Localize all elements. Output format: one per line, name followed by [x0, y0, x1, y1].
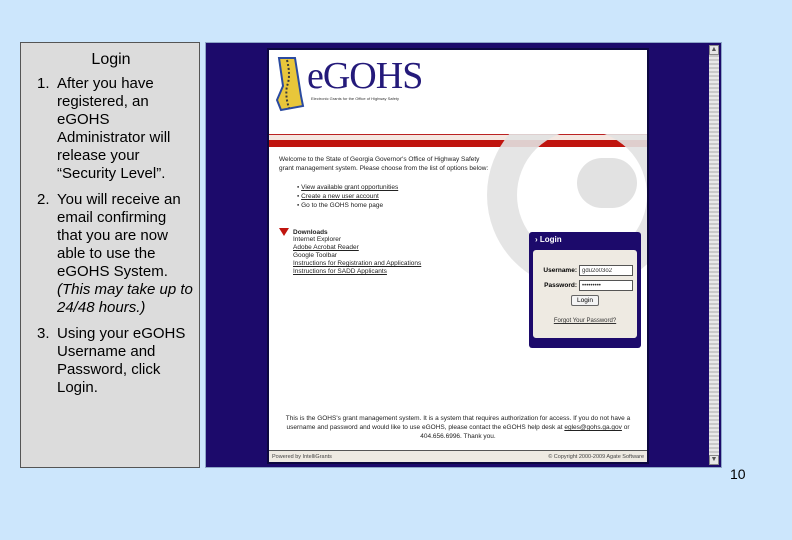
view-grants-link[interactable]: View available grant opportunities: [301, 184, 398, 191]
option-links: View available grant opportunities Creat…: [297, 183, 637, 210]
step-text: Using your eGOHS Username and Password, …: [57, 325, 186, 396]
footer-copyright: © Copyright 2000-2009 Agate Software: [548, 453, 644, 460]
username-label: Username:: [543, 267, 577, 274]
step-text: After you have registered, an eGOHS Admi…: [57, 75, 171, 182]
instruction-panel: Login 1. After you have registered, an e…: [20, 42, 200, 468]
helpdesk-email-link[interactable]: egles@gohs.ga.gov: [564, 424, 622, 431]
login-box: › Login Username: Password: Login Forgot…: [529, 232, 641, 348]
list-item: Create a new user account: [297, 192, 637, 201]
vertical-scrollbar[interactable]: ▲ ▼: [709, 45, 719, 465]
download-link[interactable]: Instructions for Registration and Applic…: [293, 260, 421, 267]
access-notice: This is the GOHS's grant management syst…: [269, 414, 647, 441]
forgot-password-link[interactable]: Forgot Your Password?: [533, 318, 637, 324]
logo-tagline: Electronic Grants for the Office of High…: [311, 96, 399, 101]
scroll-up-icon[interactable]: ▲: [709, 45, 719, 55]
logo-text: eGOHS: [307, 55, 423, 97]
page-footer: Powered by IntelliGrants © Copyright 200…: [269, 450, 647, 462]
site-logo[interactable]: eGOHS: [275, 55, 423, 112]
steps-list: 1. After you have registered, an eGOHS A…: [27, 75, 195, 397]
step-item: 2. You will receive an email confirming …: [27, 191, 195, 317]
gohs-home-link[interactable]: Go to the GOHS home page: [301, 202, 383, 209]
create-account-link[interactable]: Create a new user account: [301, 193, 379, 200]
slide-number: 10: [730, 466, 746, 482]
downloads-title: Downloads: [293, 228, 328, 236]
list-item: Go to the GOHS home page: [297, 201, 637, 210]
panel-title: Login: [91, 51, 131, 68]
login-title: Login: [539, 235, 562, 244]
step-text: You will receive an email confirming tha…: [57, 191, 181, 280]
step-number: 1.: [37, 75, 50, 92]
browser-screenshot: ▲ ▼ eGOHS Electronic Grants for the Offi…: [205, 42, 722, 468]
georgia-map-icon: [275, 57, 305, 112]
list-item: View available grant opportunities: [297, 183, 637, 192]
download-link[interactable]: Google Toolbar: [293, 252, 337, 259]
password-label: Password:: [544, 282, 577, 289]
triangle-down-icon: [279, 228, 289, 236]
step-note: (This may take up to 24/48 hours.): [57, 281, 193, 316]
username-row: Username:: [533, 265, 637, 276]
download-link[interactable]: Instructions for SADD Applicants: [293, 268, 387, 275]
password-row: Password:: [533, 280, 637, 291]
password-input[interactable]: [579, 280, 633, 291]
welcome-text: Welcome to the State of Georgia Governor…: [279, 156, 489, 172]
download-link[interactable]: Internet Explorer: [293, 236, 341, 243]
login-header: › Login: [529, 232, 641, 247]
step-number: 2.: [37, 191, 50, 208]
username-input[interactable]: [579, 265, 633, 276]
step-number: 3.: [37, 325, 50, 342]
login-form: Username: Password: Login Forgot Your Pa…: [533, 250, 637, 338]
step-item: 3. Using your eGOHS Username and Passwor…: [27, 325, 195, 397]
step-item: 1. After you have registered, an eGOHS A…: [27, 75, 195, 183]
site-header: eGOHS Electronic Grants for the Office o…: [269, 50, 647, 134]
login-button[interactable]: Login: [571, 295, 599, 306]
footer-powered-by: Powered by IntelliGrants: [272, 453, 332, 460]
egohs-page: eGOHS Electronic Grants for the Office o…: [267, 48, 649, 464]
step-body: You will receive an email confirming tha…: [57, 191, 195, 317]
download-link[interactable]: Adobe Acrobat Reader: [293, 244, 359, 251]
scroll-down-icon[interactable]: ▼: [709, 455, 719, 465]
